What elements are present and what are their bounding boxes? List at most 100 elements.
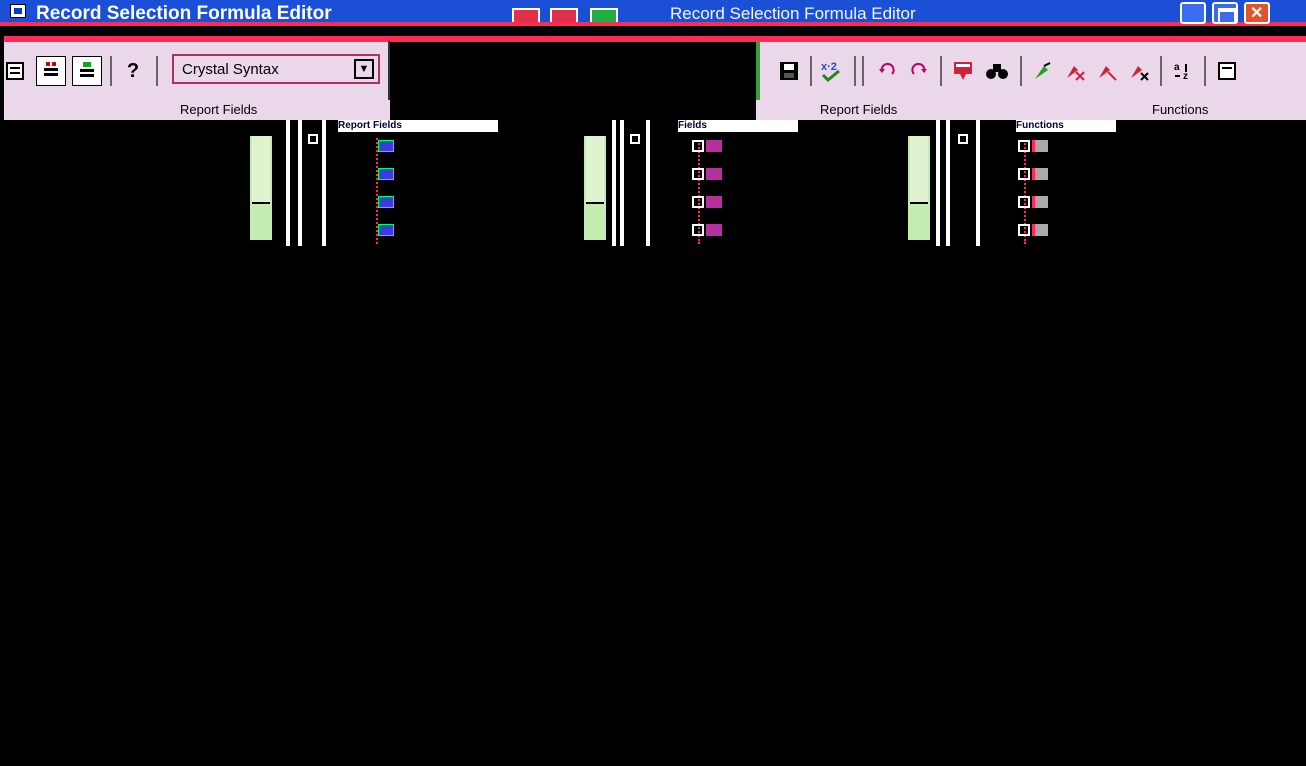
field-icon	[706, 196, 722, 209]
vertical-scrollbar[interactable]	[248, 134, 274, 242]
chevron-down-icon[interactable]: ▼	[354, 59, 374, 79]
report-fields-pane[interactable]: Report Fields	[248, 120, 578, 246]
expand-box-icon[interactable]	[692, 140, 704, 153]
expand-box-icon[interactable]	[1018, 140, 1030, 153]
field-icon	[706, 140, 722, 153]
toolbar-separator	[110, 56, 112, 86]
pane-header: Report Fields	[338, 120, 498, 132]
tree-node[interactable]	[1018, 196, 1052, 216]
syntax-dropdown[interactable]: Crystal Syntax ▼	[172, 54, 380, 84]
tree-node[interactable]	[378, 224, 398, 244]
maximize-button[interactable]	[1212, 2, 1238, 24]
database-field-icon	[378, 168, 394, 181]
toolbar-separator	[1020, 56, 1022, 86]
tree-node[interactable]	[1018, 224, 1052, 244]
pane-divider	[620, 120, 624, 246]
tree-node[interactable]	[378, 168, 398, 188]
close-button[interactable]	[1244, 2, 1270, 24]
svg-text:z: z	[1183, 71, 1188, 82]
toolbar-separator	[854, 56, 856, 86]
database-field-icon	[378, 224, 394, 237]
svg-text:a: a	[1174, 62, 1180, 73]
formula-editor-window: Record Selection Formula Editor Record S…	[0, 0, 1306, 766]
window-title-ghost: Record Selection Formula Editor	[670, 4, 916, 23]
title-bar: Record Selection Formula Editor Record S…	[0, 0, 1306, 26]
pane-divider	[936, 120, 940, 246]
expand-icon[interactable]	[1212, 56, 1242, 86]
collapse-toggle[interactable]	[628, 132, 642, 146]
help-button[interactable]: ?	[118, 56, 148, 86]
browse-data-icon[interactable]	[948, 56, 978, 86]
collapse-toggle[interactable]	[956, 132, 970, 146]
left-subbar: Report Fields	[4, 100, 390, 120]
pane-divider	[298, 120, 302, 246]
database-field-icon	[378, 140, 394, 153]
right-subbar: Report Fields Functions	[756, 100, 1306, 120]
expand-box-icon[interactable]	[1018, 168, 1030, 181]
undo-icon[interactable]	[872, 56, 902, 86]
title-underline	[0, 22, 1306, 26]
field-icon	[706, 168, 722, 181]
collapse-toggle[interactable]	[306, 132, 320, 146]
scroll-thumb[interactable]	[252, 136, 270, 204]
vertical-scrollbar[interactable]	[582, 134, 608, 242]
toolbar-left: ? Crystal Syntax ▼	[4, 40, 390, 100]
toolbar-separator	[1160, 56, 1162, 86]
tree-node[interactable]	[692, 168, 726, 188]
fields-pane[interactable]: Fields	[582, 120, 902, 246]
pane-divider	[612, 120, 616, 246]
function-tree-icon[interactable]	[72, 56, 102, 86]
tree-node[interactable]	[692, 140, 726, 160]
tree-node[interactable]	[1018, 140, 1052, 160]
next-bookmark-icon[interactable]	[1060, 56, 1090, 86]
pane-header: Fields	[678, 120, 798, 132]
minimize-button[interactable]	[1180, 2, 1206, 24]
app-icon	[10, 4, 26, 18]
expand-box-icon[interactable]	[1018, 196, 1030, 209]
toggle-tree-icon[interactable]	[0, 56, 30, 86]
functions-pane[interactable]: Functions	[906, 120, 1206, 246]
pane-divider	[322, 120, 326, 246]
expand-box-icon[interactable]	[692, 196, 704, 209]
sort-icon[interactable]: az	[1168, 56, 1198, 86]
pane-divider	[646, 120, 650, 246]
tree-node[interactable]	[1018, 168, 1052, 188]
tree-node[interactable]	[378, 140, 398, 160]
report-tree-icon[interactable]	[36, 56, 66, 86]
bookmark-icon[interactable]	[1028, 56, 1058, 86]
function-icon	[1032, 224, 1048, 237]
pane-divider	[976, 120, 980, 246]
scroll-thumb[interactable]	[910, 136, 928, 204]
check-formula-icon[interactable]: x·2	[816, 56, 846, 86]
svg-text:x·2: x·2	[821, 61, 837, 73]
pane-header: Functions	[1016, 120, 1116, 132]
tree-node[interactable]	[692, 224, 726, 244]
toolbar-right: x·2 az	[756, 40, 1306, 100]
vertical-scrollbar[interactable]	[906, 134, 932, 242]
toolbar-separator	[810, 56, 812, 86]
formula-text-area[interactable]	[4, 248, 1304, 766]
function-icon	[1032, 196, 1048, 209]
toolbar-separator	[156, 56, 158, 86]
clear-bookmarks-icon[interactable]	[1124, 56, 1154, 86]
field-icon	[706, 224, 722, 237]
function-icon	[1032, 168, 1048, 181]
toolbar-separator	[940, 56, 942, 86]
expand-box-icon[interactable]	[692, 168, 704, 181]
subbar-label: Functions	[1152, 102, 1209, 117]
previous-bookmark-icon[interactable]	[1092, 56, 1122, 86]
find-icon[interactable]	[982, 56, 1012, 86]
tree-node[interactable]	[692, 196, 726, 216]
scroll-thumb[interactable]	[586, 136, 604, 204]
subbar-label: Report Fields	[180, 102, 258, 117]
save-icon[interactable]	[774, 56, 804, 86]
pane-divider	[286, 120, 290, 246]
database-field-icon	[378, 196, 394, 209]
tree-node[interactable]	[378, 196, 398, 216]
expand-box-icon[interactable]	[692, 224, 704, 237]
pane-divider	[946, 120, 950, 246]
toolbar-separator	[862, 56, 864, 86]
redo-icon[interactable]	[904, 56, 934, 86]
expand-box-icon[interactable]	[1018, 224, 1030, 237]
toolbar-separator	[1204, 56, 1206, 86]
